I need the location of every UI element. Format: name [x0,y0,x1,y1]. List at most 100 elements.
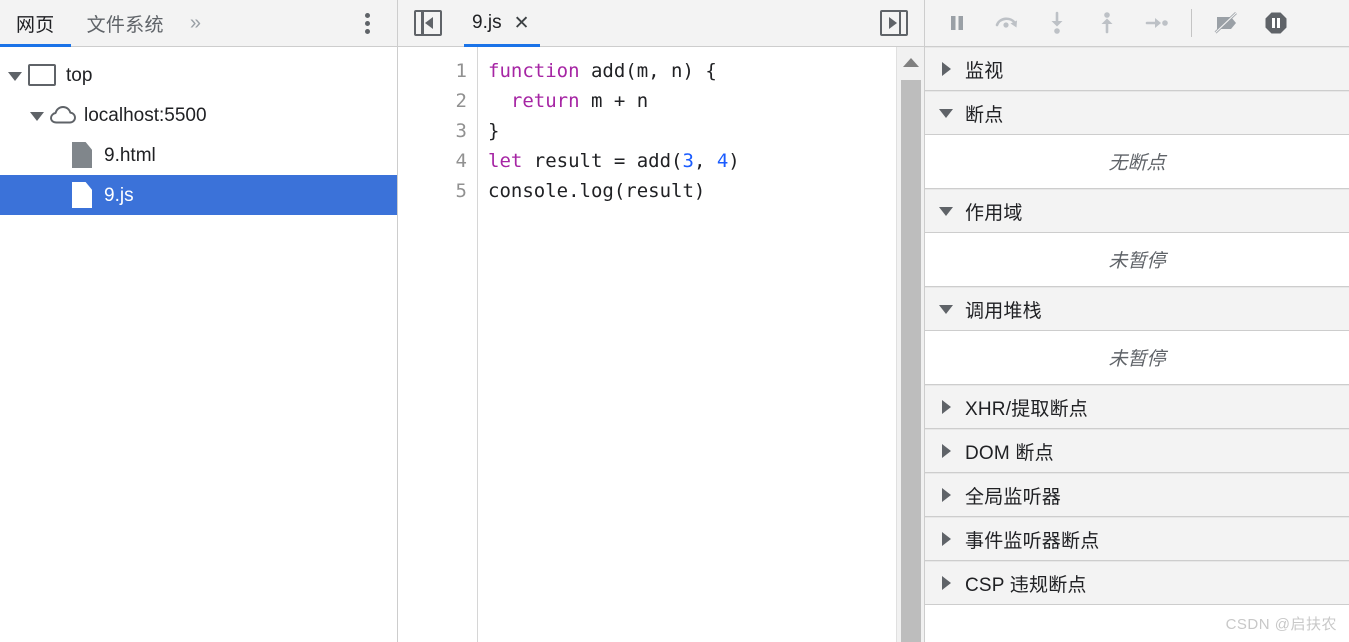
frame-icon [28,64,56,86]
section-body-scope: 未暂停 [925,233,1349,287]
line-number[interactable]: 4 [398,146,467,176]
line-number[interactable]: 2 [398,86,467,116]
chevron-right-icon[interactable] [937,573,957,593]
code-token: 4 [716,150,729,172]
step-over-icon [995,17,1017,28]
chevron-down-icon[interactable] [6,66,24,84]
code-token: result = add( [522,150,683,172]
code-token: add(m, n) { [579,60,717,82]
panel-bar [898,12,901,34]
section-header-xhr-breakpoints[interactable]: XHR/提取断点 [925,385,1349,429]
tree-item-label: top [66,64,93,86]
code-token: console.log(result) [488,180,706,202]
code-token: , [693,150,717,172]
file-tree: top localhost:5500 9.html 9.js [0,47,397,642]
editor-tabbar: 9.js ✕ [398,0,924,47]
devtools-sources-panel: 网页 文件系统 » top localhost:5500 9.html 9.js… [0,0,1349,642]
tab-page-label: 网页 [16,14,55,36]
navigator-tabbar: 网页 文件系统 » [0,0,397,47]
code-token: function [488,60,580,82]
step-over-button[interactable] [985,5,1029,41]
step-into-icon [1051,11,1063,34]
step-icon [1145,18,1168,28]
section-body-breakpoints: 无断点 [925,135,1349,189]
dot [364,28,370,34]
navigator-panel: 网页 文件系统 » top localhost:5500 9.html 9.js [0,0,398,642]
tab-filesystem[interactable]: 文件系统 [71,0,180,46]
line-number-gutter[interactable]: 12345 [398,47,478,642]
code-token: } [488,120,500,142]
code-content[interactable]: function add(m, n) { return m + n} let re… [478,47,924,642]
section-title: XHR/提取断点 [965,398,1088,420]
pause-on-exceptions-button[interactable] [1254,5,1298,41]
chevron-right-icon[interactable] [937,59,957,79]
scroll-up-arrow-icon[interactable] [897,47,924,77]
pause-on-exceptions-icon [1265,12,1287,34]
section-title: 监视 [965,60,1004,82]
section-title: 调用堆栈 [965,300,1042,322]
chevron-right-icon[interactable] [937,529,957,549]
tab-page[interactable]: 网页 [0,0,71,47]
tree-item-9-html[interactable]: 9.html [0,135,397,175]
step-into-button[interactable] [1035,5,1079,41]
code-line[interactable]: return m + n [488,86,924,116]
section-body-call-stack: 未暂停 [925,331,1349,385]
show-navigator-right-icon[interactable] [880,10,908,36]
chevron-right-icon[interactable] [937,441,957,461]
section-header-csp-violation-breakpoints[interactable]: CSP 违规断点 [925,561,1349,605]
show-navigator-left-icon[interactable] [414,10,442,36]
close-icon[interactable]: ✕ [514,14,530,33]
deactivate-breakpoints-button[interactable] [1204,5,1248,41]
tab-filesystem-label: 文件系统 [86,14,164,36]
code-line[interactable]: function add(m, n) { [488,56,924,86]
chevron-down-icon[interactable] [937,103,957,123]
tabs-overflow-label: » [189,11,201,34]
line-number[interactable]: 1 [398,56,467,86]
chevron-down-icon[interactable] [937,299,957,319]
code-line[interactable]: console.log(result) [488,176,924,206]
section-title: CSP 违规断点 [965,574,1087,596]
tree-item-label: localhost:5500 [84,104,207,126]
section-header-dom-breakpoints[interactable]: DOM 断点 [925,429,1349,473]
deactivate-breakpoints-icon [1214,12,1237,34]
chevron-down-icon[interactable] [937,201,957,221]
chevron-right-icon[interactable] [937,397,957,417]
editor-tab-label: 9.js [472,12,502,33]
section-header-call-stack[interactable]: 调用堆栈 [925,287,1349,331]
debugger-sidebar: 监视 断点 无断点 作用域 未暂停 调用堆栈 未暂停 XHR/提取断点 DOM … [925,0,1349,642]
chevron-down-icon[interactable] [28,106,46,124]
tree-item-label: 9.html [104,144,156,166]
chevron-right-icon[interactable] [937,485,957,505]
tree-item-9-js[interactable]: 9.js [0,175,397,215]
editor-tab-9-js[interactable]: 9.js ✕ [464,0,540,47]
cloud-icon [50,106,76,124]
section-header-watch[interactable]: 监视 [925,47,1349,91]
editor-vertical-scrollbar[interactable] [896,47,924,642]
code-token: ) [728,150,740,172]
code-line[interactable]: } [488,116,924,146]
step-button[interactable] [1135,5,1179,41]
code-area[interactable]: 12345 function add(m, n) { return m + n}… [398,47,924,642]
resume-pause-button[interactable] [935,5,979,41]
section-header-scope[interactable]: 作用域 [925,189,1349,233]
code-line[interactable]: let result = add(3, 4) [488,146,924,176]
tabs-overflow-icon[interactable]: » [180,0,211,46]
section-header-event-listener-breakpoints[interactable]: 事件监听器断点 [925,517,1349,561]
line-number[interactable]: 5 [398,176,467,206]
dot [364,12,370,18]
section-header-global-listeners[interactable]: 全局监听器 [925,473,1349,517]
tree-item-top[interactable]: top [0,55,397,95]
pause-icon [951,16,963,30]
more-vertical-icon[interactable] [355,0,379,46]
step-out-button[interactable] [1085,5,1129,41]
code-token: m + n [579,90,649,112]
line-number[interactable]: 3 [398,116,467,146]
code-token: return [510,90,580,112]
section-title: 事件监听器断点 [965,530,1100,552]
scrollbar-thumb[interactable] [901,80,921,642]
code-token: let [488,150,523,172]
section-header-breakpoints[interactable]: 断点 [925,91,1349,135]
tree-item-localhost[interactable]: localhost:5500 [0,95,397,135]
document-icon [72,182,92,208]
